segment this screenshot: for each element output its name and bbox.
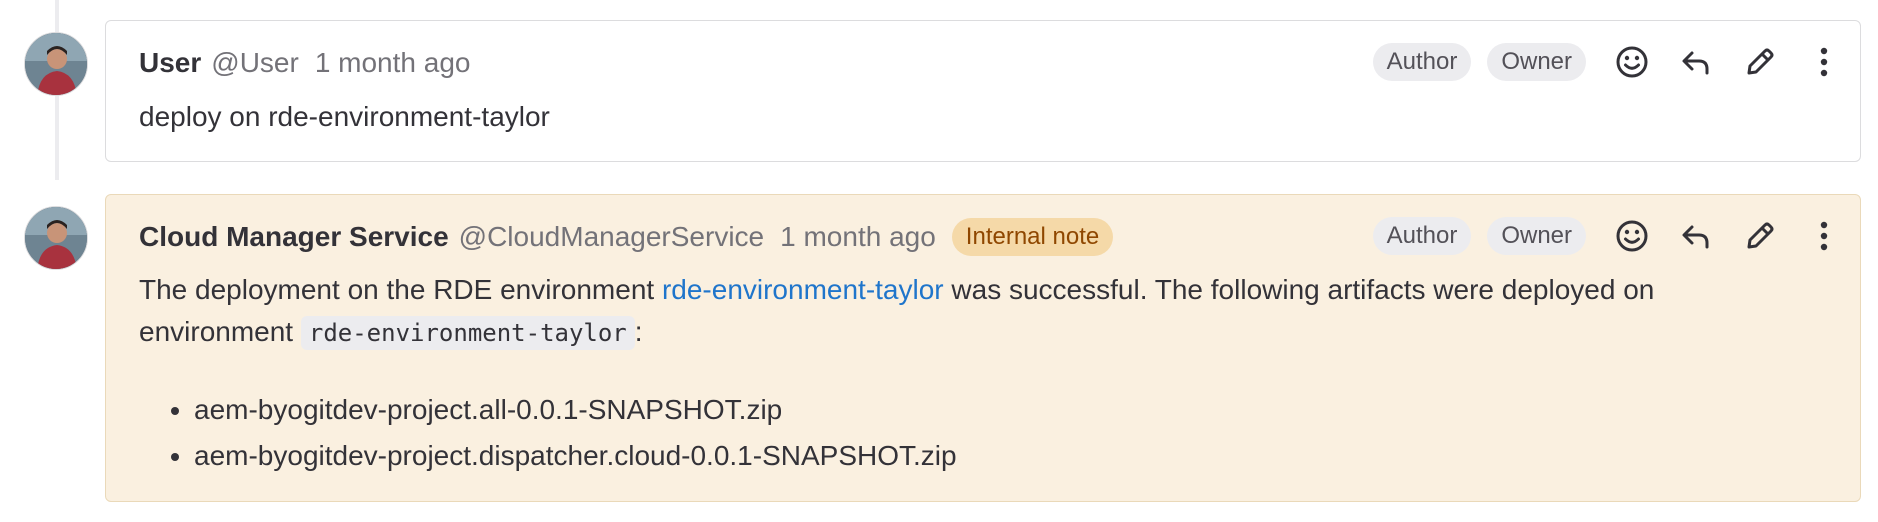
environment-link[interactable]: rde-environment-taylor xyxy=(662,274,944,305)
add-reaction-button[interactable] xyxy=(1608,38,1656,86)
reply-icon xyxy=(1682,225,1709,249)
avatar[interactable] xyxy=(24,206,88,270)
pencil-icon xyxy=(1747,48,1774,75)
author-handle[interactable]: @User xyxy=(211,47,299,79)
kebab-menu-icon xyxy=(1820,221,1828,251)
owner-badge: Owner xyxy=(1487,217,1586,255)
timestamp[interactable]: 1 month ago xyxy=(315,47,471,79)
internal-note-badge: Internal note xyxy=(951,218,1114,256)
pencil-icon xyxy=(1747,222,1774,249)
body-text-prefix: The deployment on the RDE environment xyxy=(139,274,662,305)
reply-icon xyxy=(1682,51,1709,75)
comment-header: Cloud Manager Service @CloudManagerServi… xyxy=(139,217,1114,257)
owner-badge: Owner xyxy=(1487,43,1586,81)
author-badge: Author xyxy=(1372,43,1472,81)
reply-button[interactable] xyxy=(1672,212,1720,260)
environment-code: rde-environment-taylor xyxy=(300,316,635,350)
edit-button[interactable] xyxy=(1736,38,1784,86)
smiley-icon xyxy=(1616,220,1648,252)
comment-card: User @User 1 month ago Author Owner depl… xyxy=(105,20,1861,162)
smiley-icon xyxy=(1616,46,1648,78)
timestamp[interactable]: 1 month ago xyxy=(780,221,936,253)
author-name[interactable]: Cloud Manager Service xyxy=(139,221,449,253)
comment-header: User @User 1 month ago xyxy=(139,43,486,83)
list-item: aem-byogitdev-project.dispatcher.cloud-0… xyxy=(194,433,957,479)
more-actions-button[interactable] xyxy=(1800,212,1848,260)
author-handle[interactable]: @CloudManagerService xyxy=(459,221,764,253)
comment-body: The deployment on the RDE environment rd… xyxy=(139,269,1800,354)
edit-button[interactable] xyxy=(1736,212,1784,260)
comment-card: Cloud Manager Service @CloudManagerServi… xyxy=(105,194,1861,502)
author-name[interactable]: User xyxy=(139,47,201,79)
comment-actions: Author Owner xyxy=(1372,212,1848,260)
kebab-menu-icon xyxy=(1820,47,1828,77)
list-item: aem-byogitdev-project.all-0.0.1-SNAPSHOT… xyxy=(194,387,957,433)
body-text-suffix: : xyxy=(634,316,643,347)
comment-body: deploy on rde-environment-taylor xyxy=(139,101,550,132)
author-badge: Author xyxy=(1372,217,1472,255)
add-reaction-button[interactable] xyxy=(1608,212,1656,260)
artifact-list: aem-byogitdev-project.all-0.0.1-SNAPSHOT… xyxy=(139,387,957,479)
avatar[interactable] xyxy=(24,32,88,96)
reply-button[interactable] xyxy=(1672,38,1720,86)
more-actions-button[interactable] xyxy=(1800,38,1848,86)
comment-actions: Author Owner xyxy=(1372,38,1848,86)
